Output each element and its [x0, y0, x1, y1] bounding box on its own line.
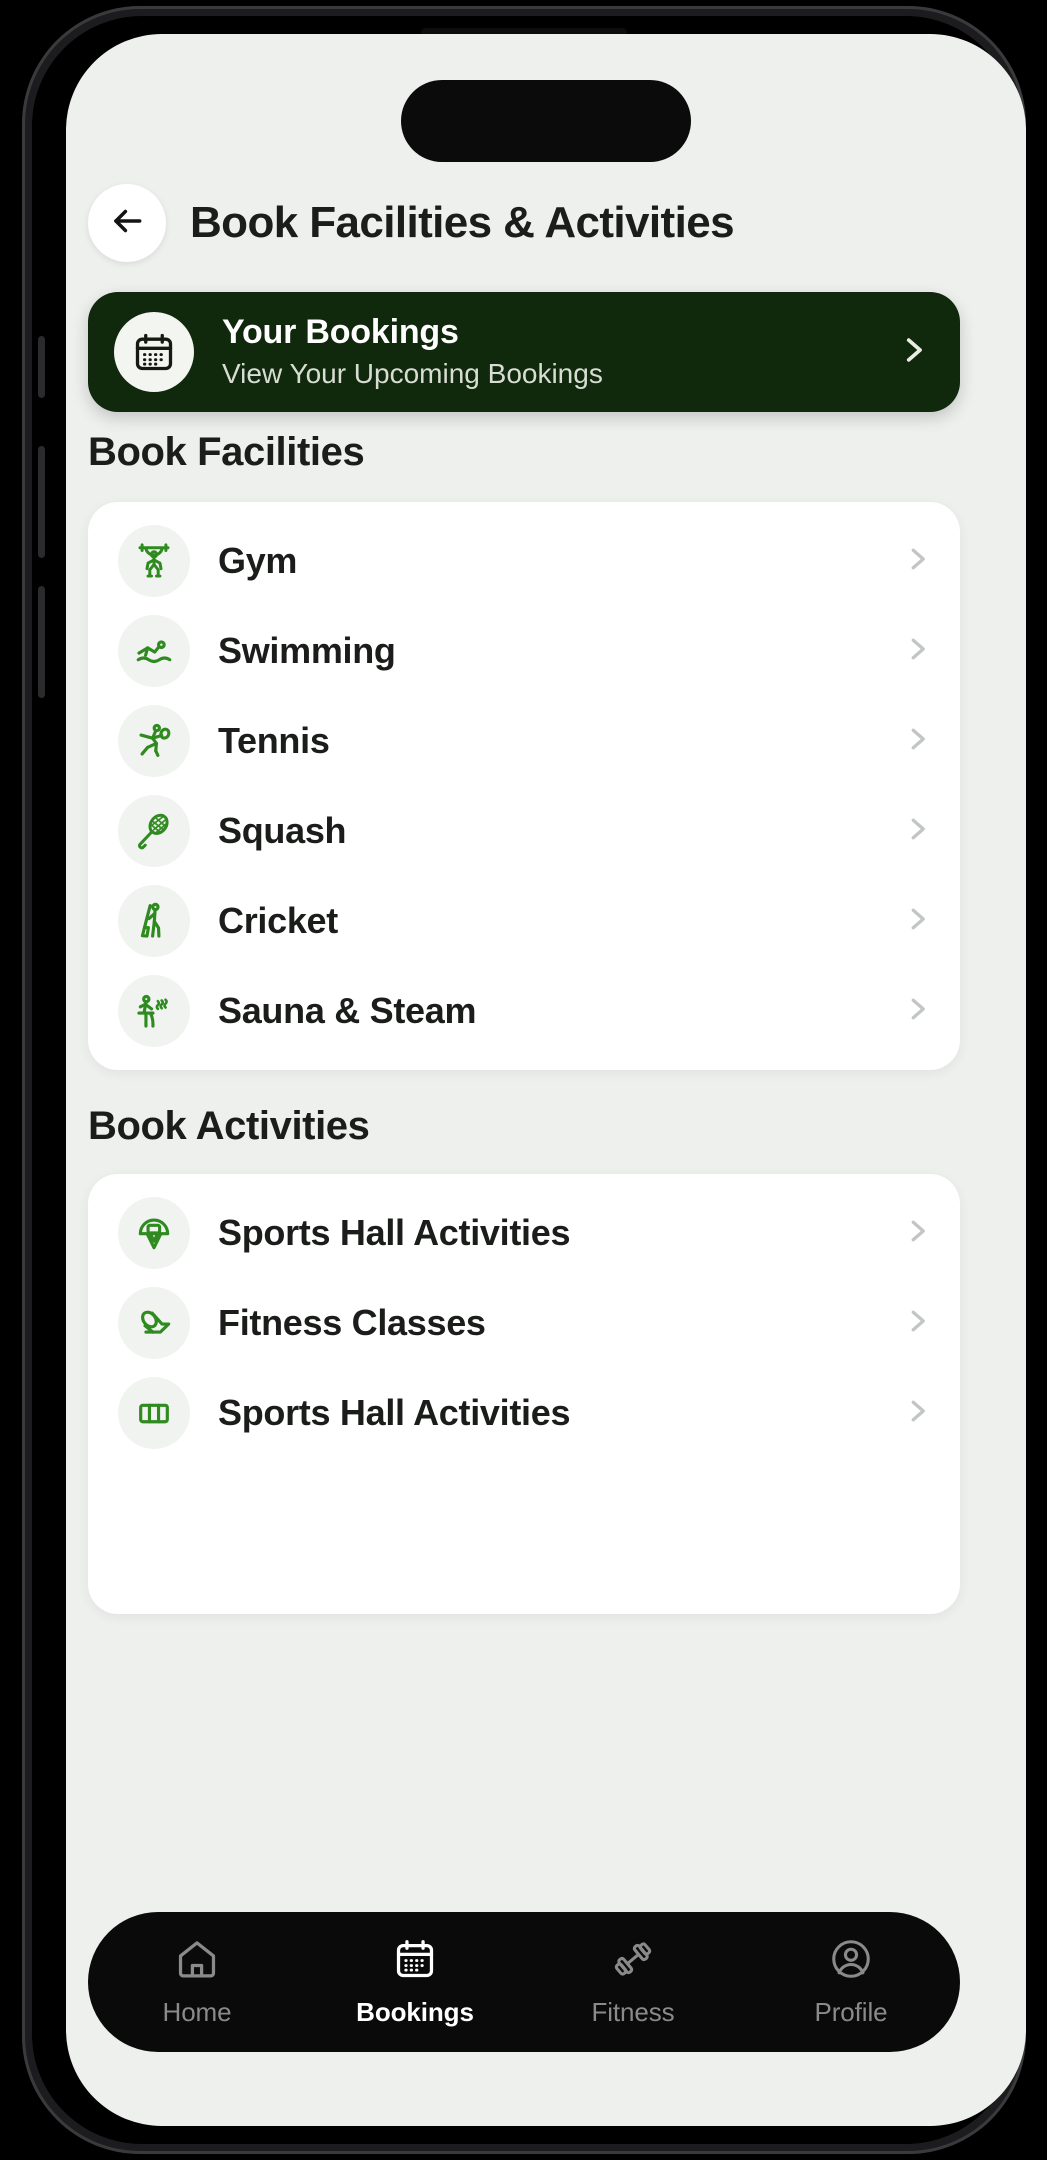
- section-heading-facilities: Book Facilities: [88, 430, 365, 474]
- chevron-right-icon: [902, 814, 932, 849]
- section-heading-activities: Book Activities: [88, 1104, 370, 1148]
- list-item-label: Cricket: [218, 900, 338, 941]
- tennis-player-icon: [118, 705, 190, 777]
- chevron-right-icon: [902, 904, 932, 939]
- nav-item-fitness[interactable]: Fitness: [524, 1936, 742, 2028]
- page-title: Book Facilities & Activities: [190, 198, 735, 247]
- scroll-container[interactable]: Book Facilities & Activities Your Bookin…: [66, 34, 1026, 2126]
- chevron-right-icon: [896, 333, 930, 372]
- list-item-label: Sports Hall Activities: [218, 1392, 571, 1433]
- user-icon: [828, 1936, 874, 1987]
- yoga-mat-icon: [118, 1287, 190, 1359]
- activities-list-card: Sports Hall Activities Fitness Classes S…: [88, 1174, 960, 1614]
- cricket-batsman-icon: [118, 885, 190, 957]
- chevron-right-icon: [902, 634, 932, 669]
- list-item-sauna-steam[interactable]: Sauna & Steam: [88, 966, 960, 1056]
- your-bookings-subtitle: View Your Upcoming Bookings: [222, 357, 603, 389]
- chevron-right-icon: [902, 994, 932, 1029]
- list-item-squash[interactable]: Squash: [88, 786, 960, 876]
- your-bookings-title: Your Bookings: [222, 313, 459, 352]
- calendar-icon: [114, 312, 194, 392]
- dumbbell-icon: [610, 1936, 656, 1987]
- list-item-gym[interactable]: Gym: [88, 516, 960, 606]
- chevron-right-icon: [902, 544, 932, 579]
- phone-screen: Book Facilities & Activities Your Bookin…: [66, 34, 1026, 2126]
- arrow-left-icon: [108, 202, 146, 245]
- squash-racket-icon: [118, 795, 190, 867]
- list-item-fitness-classes[interactable]: Fitness Classes: [88, 1278, 960, 1368]
- list-item-label: Swimming: [218, 630, 396, 671]
- chevron-right-icon: [902, 1216, 932, 1251]
- volume-up-button[interactable]: [38, 446, 45, 558]
- calendar-icon: [392, 1936, 438, 1987]
- nav-item-label: Fitness: [591, 1997, 675, 2027]
- nav-item-label: Home: [162, 1997, 232, 2027]
- chevron-right-icon: [902, 1306, 932, 1341]
- list-item-label: Squash: [218, 810, 347, 851]
- list-item-label: Sauna & Steam: [218, 990, 477, 1031]
- sports-hall-icon: [118, 1377, 190, 1449]
- chevron-right-icon: [902, 724, 932, 759]
- swimmer-icon: [118, 615, 190, 687]
- weightlifter-icon: [118, 525, 190, 597]
- list-item-label: Gym: [218, 540, 298, 581]
- nav-item-profile[interactable]: Profile: [742, 1936, 960, 2028]
- app-header: Book Facilities & Activities: [66, 184, 1026, 262]
- bottom-navigation-bar: Home Bookings Fitness Profile: [88, 1912, 960, 2052]
- dynamic-island: [401, 80, 691, 162]
- list-item-sports-hall-activities[interactable]: Sports Hall Activities: [88, 1188, 960, 1278]
- your-bookings-card[interactable]: Your Bookings View Your Upcoming Booking…: [88, 292, 960, 412]
- list-item-label: Tennis: [218, 720, 330, 761]
- nav-item-bookings[interactable]: Bookings: [306, 1936, 524, 2028]
- sauna-icon: [118, 975, 190, 1047]
- volume-down-button[interactable]: [38, 586, 45, 698]
- nav-item-home[interactable]: Home: [88, 1936, 306, 2028]
- mute-switch-button[interactable]: [38, 336, 45, 398]
- chevron-right-icon: [902, 1396, 932, 1431]
- back-button[interactable]: [88, 184, 166, 262]
- list-item-swimming[interactable]: Swimming: [88, 606, 960, 696]
- home-icon: [174, 1936, 220, 1987]
- list-item-tennis[interactable]: Tennis: [88, 696, 960, 786]
- list-item-cricket[interactable]: Cricket: [88, 876, 960, 966]
- basketball-hoop-icon: [118, 1197, 190, 1269]
- list-item-label: Fitness Classes: [218, 1302, 486, 1343]
- your-bookings-text: Your Bookings View Your Upcoming Booking…: [222, 313, 868, 390]
- facilities-list-card: Gym Swimming Tennis Squash Cricket Sauna…: [88, 502, 960, 1070]
- nav-item-label: Bookings: [356, 1997, 474, 2027]
- phone-frame: Book Facilities & Activities Your Bookin…: [22, 6, 1026, 2154]
- list-item-label: Sports Hall Activities: [218, 1212, 571, 1253]
- nav-item-label: Profile: [814, 1997, 888, 2027]
- list-item-sports-hall-activities-partial[interactable]: Sports Hall Activities: [88, 1368, 960, 1458]
